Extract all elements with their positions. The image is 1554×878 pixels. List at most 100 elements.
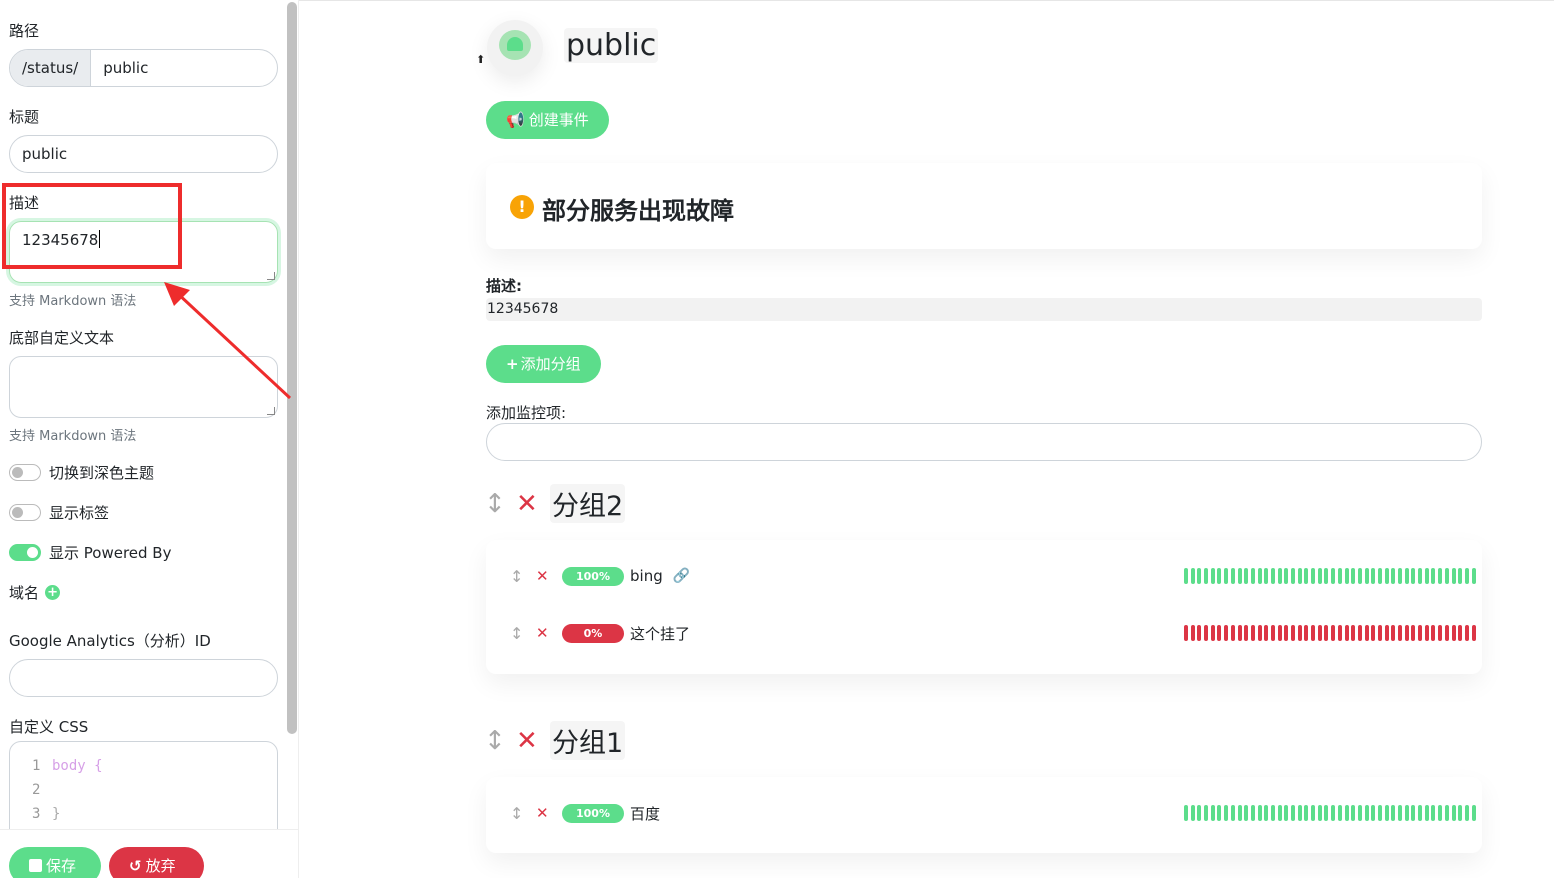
add-group-button[interactable]: + 添加分组 xyxy=(486,345,601,383)
add-monitor-label: 添加监控项: xyxy=(486,404,567,422)
dark-theme-toggle-row[interactable]: 切换到深色主题 xyxy=(9,462,154,483)
ga-input[interactable] xyxy=(9,659,278,697)
heartbeat-beat xyxy=(1264,805,1269,821)
heartbeat-beat xyxy=(1270,625,1275,641)
path-input[interactable]: public xyxy=(91,50,160,86)
heartbeat-beat xyxy=(1438,805,1443,821)
heartbeat-beat xyxy=(1357,568,1362,584)
create-incident-button[interactable]: 📢 创建事件 xyxy=(486,101,609,139)
resize-handle[interactable] xyxy=(267,407,275,415)
heartbeat-beat xyxy=(1458,805,1463,821)
heartbeat-beat xyxy=(1384,625,1389,641)
heartbeat-beat xyxy=(1451,625,1456,641)
delete-group-icon[interactable]: ✕ xyxy=(516,489,538,519)
heartbeat-beat xyxy=(1230,805,1235,821)
heartbeat-beat xyxy=(1197,805,1202,821)
heartbeat-beat xyxy=(1444,625,1449,641)
path-input-group[interactable]: /status/ public xyxy=(9,49,278,87)
heartbeat-beat xyxy=(1190,625,1195,641)
custom-css-label: 自定义 CSS xyxy=(9,718,89,736)
drag-handle-icon[interactable]: ↕ xyxy=(510,624,523,643)
heartbeat-beat xyxy=(1451,568,1456,584)
drag-handle-icon[interactable]: ↕ xyxy=(510,804,523,823)
heartbeat-beat xyxy=(1297,625,1302,641)
heartbeat-bar xyxy=(1184,805,1476,821)
heartbeat-beat xyxy=(1277,568,1282,584)
add-domain-icon[interactable]: + xyxy=(45,585,61,600)
logo-avatar[interactable] xyxy=(487,20,543,76)
heartbeat-beat xyxy=(1277,625,1282,641)
heartbeat-beat xyxy=(1284,625,1289,641)
heartbeat-beat xyxy=(1357,805,1362,821)
delete-group-icon[interactable]: ✕ xyxy=(516,726,538,756)
heartbeat-beat xyxy=(1424,625,1429,641)
drag-handle-icon[interactable]: ↕ xyxy=(510,567,523,586)
group-header: ↕ ✕ 分组2 xyxy=(484,484,626,523)
heartbeat-beat xyxy=(1210,625,1215,641)
domain-label: 域名 xyxy=(9,584,40,602)
powered-by-toggle-row[interactable]: 显示 Powered By xyxy=(9,542,171,563)
heartbeat-beat xyxy=(1371,625,1376,641)
resize-handle[interactable] xyxy=(267,272,275,280)
add-monitor-select[interactable] xyxy=(486,423,1482,461)
show-tags-switch[interactable] xyxy=(9,504,41,521)
heartbeat-beat xyxy=(1230,568,1235,584)
heartbeat-beat xyxy=(1184,625,1188,641)
heartbeat-beat xyxy=(1324,625,1329,641)
heartbeat-beat xyxy=(1237,805,1242,821)
add-group-label: 添加分组 xyxy=(520,355,581,373)
group-name[interactable]: 分组2 xyxy=(550,484,626,523)
heartbeat-beat xyxy=(1210,568,1215,584)
group-monitor-list: ↕ ✕ 100% bing 🔗 ↕ ✕ 0% 这个挂了 xyxy=(486,540,1482,674)
drag-handle-icon[interactable]: ↕ xyxy=(484,726,506,756)
group-monitor-list: ↕ ✕ 100% 百度 xyxy=(486,777,1482,853)
heartbeat-beat xyxy=(1217,805,1222,821)
save-button[interactable]: 保存 xyxy=(9,847,101,878)
heartbeat-beat xyxy=(1391,805,1396,821)
page-title[interactable]: public xyxy=(564,28,659,63)
heartbeat-bar xyxy=(1184,625,1476,641)
title-input[interactable]: public xyxy=(9,135,278,173)
heartbeat-beat xyxy=(1304,805,1309,821)
discard-button[interactable]: ↺ 放弃 xyxy=(109,847,204,878)
group-name[interactable]: 分组1 xyxy=(550,721,626,760)
heartbeat-beat xyxy=(1230,625,1235,641)
heartbeat-beat xyxy=(1411,568,1416,584)
megaphone-icon: 📢 xyxy=(506,111,525,129)
heartbeat-beat xyxy=(1284,805,1289,821)
custom-css-editor[interactable]: 1 body { 2 3} xyxy=(9,741,278,841)
heartbeat-beat xyxy=(1244,625,1249,641)
link-icon[interactable]: 🔗 xyxy=(673,568,690,584)
show-tags-toggle-row[interactable]: 显示标签 xyxy=(9,502,109,523)
heartbeat-beat xyxy=(1317,805,1322,821)
delete-monitor-icon[interactable]: ✕ xyxy=(536,804,550,822)
heartbeat-beat xyxy=(1451,805,1456,821)
annotation-highlight-box xyxy=(2,183,182,269)
heartbeat-beat xyxy=(1391,625,1396,641)
dark-theme-switch[interactable] xyxy=(9,464,41,481)
powered-by-switch[interactable] xyxy=(9,544,41,561)
monitor-name: 百度 xyxy=(630,804,661,823)
arrow-shaft xyxy=(174,290,292,400)
save-icon xyxy=(29,859,42,872)
heartbeat-beat xyxy=(1351,568,1356,584)
heartbeat-beat xyxy=(1444,805,1449,821)
heartbeat-beat xyxy=(1237,625,1242,641)
heartbeat-beat xyxy=(1197,625,1202,641)
delete-monitor-icon[interactable]: ✕ xyxy=(536,624,550,642)
heartbeat-beat xyxy=(1471,805,1476,821)
line-number: 3 xyxy=(32,806,41,822)
heartbeat-beat xyxy=(1418,625,1423,641)
heartbeat-beat xyxy=(1197,568,1202,584)
heartbeat-beat xyxy=(1250,805,1255,821)
title-label: 标题 xyxy=(9,108,40,126)
heartbeat-beat xyxy=(1204,568,1209,584)
heartbeat-beat xyxy=(1244,568,1249,584)
heartbeat-beat xyxy=(1337,625,1342,641)
footer-text-hint: 支持 Markdown 语法 xyxy=(9,429,137,444)
delete-monitor-icon[interactable]: ✕ xyxy=(536,567,550,585)
upload-icon[interactable]: ⬆ xyxy=(476,53,485,66)
drag-handle-icon[interactable]: ↕ xyxy=(484,489,506,519)
heartbeat-beat xyxy=(1398,568,1402,584)
top-divider xyxy=(299,0,1554,1)
